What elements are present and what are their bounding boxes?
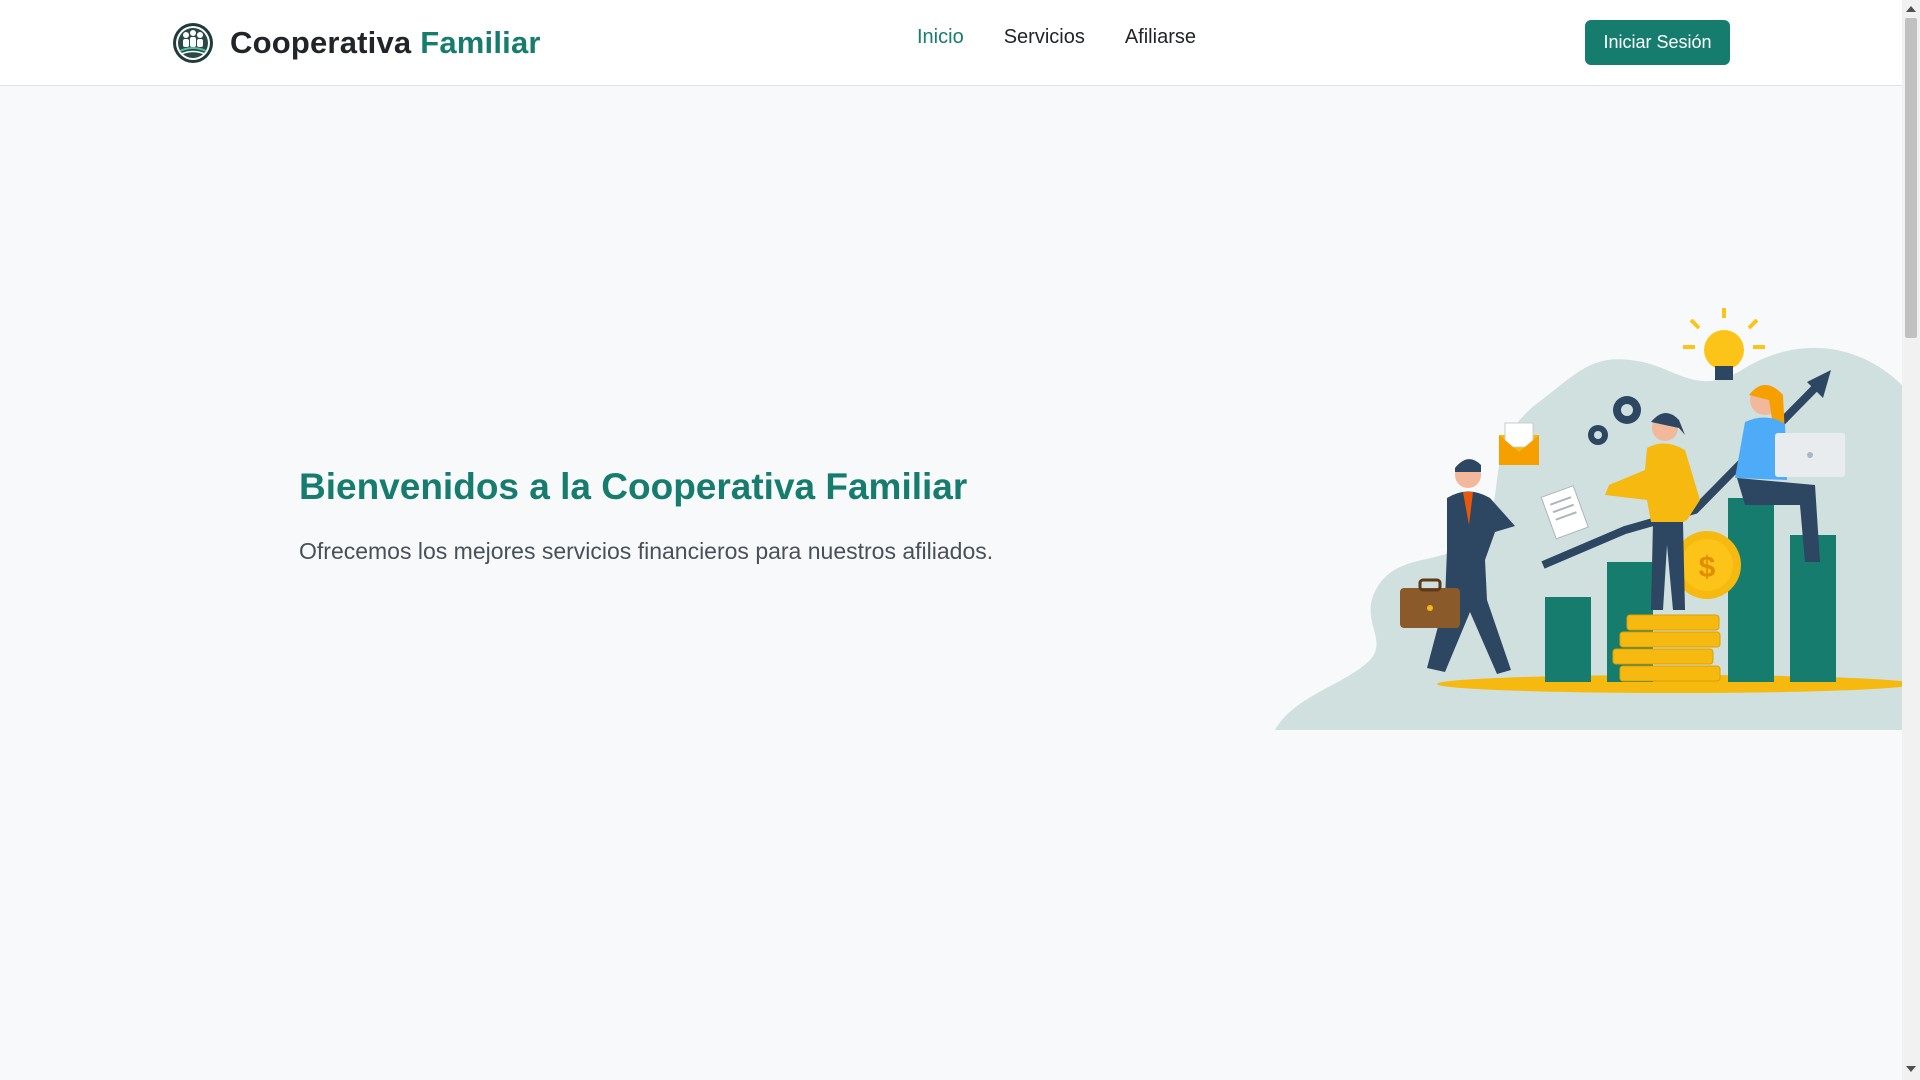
nav-link-inicio[interactable]: Inicio	[917, 26, 964, 49]
business-growth-illustration: $	[1275, 308, 1902, 730]
envelope-icon	[1499, 422, 1539, 465]
nav-link-afiliarse[interactable]: Afiliarse	[1125, 26, 1196, 49]
hero-title: Bienvenidos a la Cooperativa Familiar	[299, 466, 968, 507]
svg-text:$: $	[1699, 551, 1716, 584]
brand-name-accent: Familiar	[420, 25, 541, 60]
scroll-down-icon[interactable]	[1906, 1066, 1916, 1072]
scroll-up-icon[interactable]	[1906, 6, 1916, 12]
growth-bar-1	[1545, 597, 1591, 682]
brand[interactable]: Cooperativa Familiar	[172, 21, 541, 65]
brand-name-main: Cooperativa	[230, 25, 412, 60]
page-scrollbar[interactable]	[1902, 0, 1920, 1080]
top-navbar: Cooperativa Familiar Inicio Servicios Af…	[0, 0, 1902, 86]
community-logo-icon	[173, 23, 213, 63]
login-button[interactable]: Iniciar Sesión	[1585, 20, 1730, 65]
hero-subtitle: Ofrecemos los mejores servicios financie…	[299, 538, 994, 564]
scroll-thumb[interactable]	[1905, 18, 1917, 338]
main-nav: Inicio Servicios Afiliarse	[917, 26, 1196, 49]
growth-bar-3	[1728, 498, 1774, 682]
nav-link-servicios[interactable]: Servicios	[1004, 26, 1085, 49]
brand-name: Cooperativa Familiar	[230, 25, 541, 61]
